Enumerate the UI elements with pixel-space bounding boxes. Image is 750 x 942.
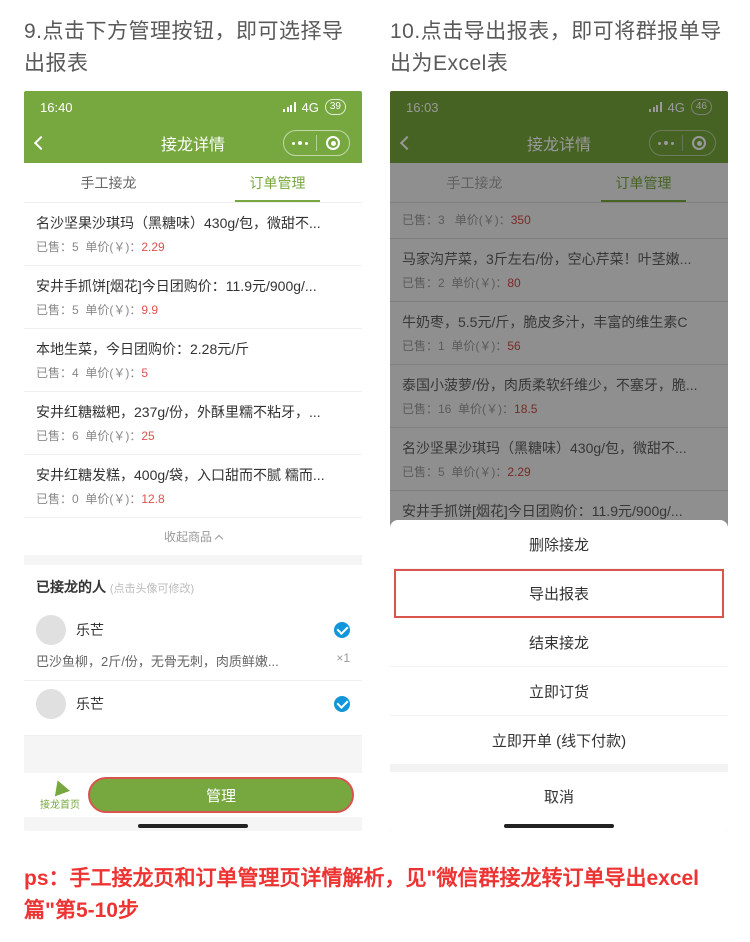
signal-icon bbox=[283, 102, 296, 112]
product-title: 本地生菜，今日团购价：2.28元/斤 bbox=[36, 339, 350, 359]
product-meta: 已售：5 单价(￥)：9.9 bbox=[36, 301, 350, 318]
person-name: 乐芒 bbox=[76, 620, 334, 640]
product-title: 安井红糖发糕，400g/袋，入口甜而不腻 糯而... bbox=[36, 465, 350, 485]
avatar[interactable] bbox=[36, 689, 66, 719]
tab-manual[interactable]: 手工接龙 bbox=[24, 163, 193, 202]
action-sheet: 删除接龙 导出报表 结束接龙 立即订货 立即开单 (线下付款) 取消 bbox=[390, 520, 728, 831]
header-bar: 接龙详情 bbox=[24, 123, 362, 163]
product-item[interactable]: 本地生菜，今日团购价：2.28元/斤已售：4 单价(￥)：5 bbox=[24, 329, 362, 392]
close-miniprogram-icon[interactable] bbox=[317, 130, 349, 156]
product-meta: 已售：6 单价(￥)：25 bbox=[36, 427, 350, 444]
home-indicator bbox=[504, 824, 614, 828]
product-item[interactable]: 名沙坚果沙琪玛（黑糖味）430g/包，微甜不... 已售：5 单价(￥)：2.29 bbox=[24, 203, 362, 266]
clock: 16:40 bbox=[40, 100, 73, 115]
step9-caption: 9.点击下方管理按钮，即可选择导出报表 bbox=[24, 16, 362, 79]
sheet-open-offline[interactable]: 立即开单 (线下付款) bbox=[390, 716, 728, 765]
sheet-cancel[interactable]: 取消 bbox=[390, 772, 728, 821]
people-header: 已接龙的人 (点击头像可修改) bbox=[24, 565, 362, 607]
sheet-order-now[interactable]: 立即订货 bbox=[390, 667, 728, 716]
back-icon[interactable] bbox=[34, 136, 48, 150]
person-name: 乐芒 bbox=[76, 694, 334, 714]
phone-left: 16:40 4G 39 接龙详情 手工接龙 订单管理 bbox=[24, 91, 362, 831]
bottom-bar: 接龙首页 管理 bbox=[24, 773, 362, 817]
sheet-export[interactable]: 导出报表 bbox=[394, 569, 724, 618]
network-label: 4G bbox=[302, 100, 319, 115]
status-bar: 16:40 4G 39 bbox=[24, 91, 362, 123]
tab-orders[interactable]: 订单管理 bbox=[193, 163, 362, 202]
person-item[interactable]: 乐芒 bbox=[24, 681, 362, 736]
check-icon bbox=[334, 622, 350, 638]
product-title: 安井手抓饼[烟花]今日团购价：11.9元/900g/... bbox=[36, 276, 350, 296]
product-item[interactable]: 安井红糖发糕，400g/袋，入口甜而不腻 糯而... 已售：0 单价(￥)：12.… bbox=[24, 455, 362, 518]
tabs: 手工接龙 订单管理 bbox=[24, 163, 362, 203]
person-detail: 巴沙鱼柳，2斤/份，无骨无刺，肉质鲜嫩...×1 bbox=[36, 651, 350, 670]
manage-button[interactable]: 管理 bbox=[88, 777, 354, 813]
product-meta: 已售：4 单价(￥)：5 bbox=[36, 364, 350, 381]
sheet-end[interactable]: 结束接龙 bbox=[390, 618, 728, 667]
home-link[interactable]: 接龙首页 bbox=[32, 780, 88, 811]
product-item[interactable]: 安井手抓饼[烟花]今日团购价：11.9元/900g/... 已售：5 单价(￥)：… bbox=[24, 266, 362, 329]
home-indicator bbox=[138, 824, 248, 828]
paper-plane-icon bbox=[50, 777, 70, 796]
battery-level: 39 bbox=[325, 99, 346, 115]
person-item[interactable]: 乐芒巴沙鱼柳，2斤/份，无骨无刺，肉质鲜嫩...×1 bbox=[24, 607, 362, 681]
product-meta: 已售：0 单价(￥)：12.8 bbox=[36, 490, 350, 507]
more-icon[interactable] bbox=[284, 130, 316, 156]
collapse-products[interactable]: 收起商品 bbox=[24, 518, 362, 555]
footnote: ps：手工接龙页和订单管理页详情解析，见"微信群接龙转订单导出excel篇"第5… bbox=[24, 863, 726, 926]
step10-caption: 10.点击导出报表，即可将群报单导出为Excel表 bbox=[390, 16, 728, 79]
product-title: 名沙坚果沙琪玛（黑糖味）430g/包，微甜不... bbox=[36, 213, 350, 233]
sheet-delete[interactable]: 删除接龙 bbox=[390, 520, 728, 569]
product-meta: 已售：5 单价(￥)：2.29 bbox=[36, 238, 350, 255]
product-item[interactable]: 安井红糖糍粑，237g/份，外酥里糯不粘牙，... 已售：6 单价(￥)：25 bbox=[24, 392, 362, 455]
check-icon bbox=[334, 696, 350, 712]
avatar[interactable] bbox=[36, 615, 66, 645]
chevron-up-icon bbox=[215, 535, 223, 543]
phone-right: 16:03 4G 46 接龙详情 手工接龙 订单管理 bbox=[390, 91, 728, 831]
product-title: 安井红糖糍粑，237g/份，外酥里糯不粘牙，... bbox=[36, 402, 350, 422]
